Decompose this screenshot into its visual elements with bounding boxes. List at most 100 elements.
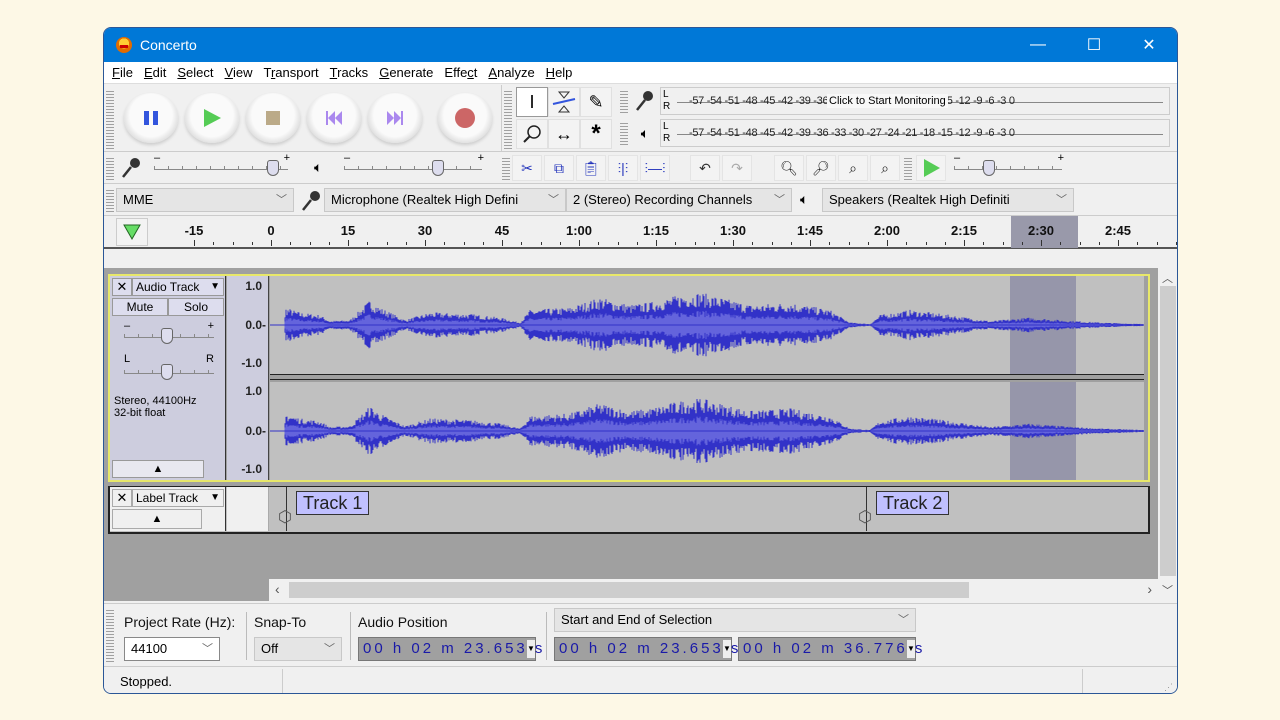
toolbar-grip[interactable] <box>106 156 114 180</box>
minimize-button[interactable]: — <box>1015 28 1061 62</box>
menu-item-file[interactable]: File <box>112 65 133 80</box>
project-rate-select[interactable]: 44100 ﹀ <box>124 637 220 661</box>
slider-thumb[interactable] <box>267 160 280 176</box>
playback-device-select[interactable]: Speakers (Realtek High Definiti ﹀ <box>822 188 1074 212</box>
collapse-track-button[interactable]: ▲ <box>112 460 204 478</box>
zoom-in-button[interactable]: 🔍︎ <box>774 155 804 181</box>
recording-device-select[interactable]: Microphone (Realtek High Defini ﹀ <box>324 188 566 212</box>
audio-position-field[interactable]: 00 h 02 m 23.653 s ▼ <box>358 637 542 661</box>
menu-item-generate[interactable]: Generate <box>379 65 433 80</box>
toolbar-grip[interactable] <box>620 89 628 115</box>
selection-mode-select[interactable]: Start and End of Selection ﹀ <box>554 608 916 632</box>
time-shift-tool-button[interactable]: ↔ <box>548 119 580 149</box>
label-handle-icon[interactable]: ⬡ <box>858 507 872 527</box>
menu-item-analyze[interactable]: Analyze <box>488 65 534 80</box>
solo-button[interactable]: Solo <box>168 298 224 316</box>
slider-thumb[interactable] <box>161 328 174 344</box>
waveform-left-channel[interactable] <box>269 276 1144 374</box>
close-track-button[interactable]: ✕ <box>112 489 132 507</box>
menu-item-help[interactable]: Help <box>546 65 573 80</box>
menu-item-effect[interactable]: Effect <box>444 65 477 80</box>
pan-slider[interactable]: L R <box>124 353 214 382</box>
selection-end-field[interactable]: 00 h 02 m 36.776 s ▼ <box>738 637 922 661</box>
menu-item-transport[interactable]: Transport <box>263 65 318 80</box>
label-track-2[interactable]: Track 2 <box>876 491 950 515</box>
scroll-right-icon[interactable]: › <box>1147 581 1152 597</box>
snap-to-select[interactable]: Off ﹀ <box>254 637 342 661</box>
undo-button[interactable]: ↶ <box>690 155 720 181</box>
playback-meter-button[interactable]: 🔈︎ <box>632 119 658 147</box>
record-button[interactable] <box>438 93 492 143</box>
zoom-out-button[interactable]: 🔎︎ <box>806 155 836 181</box>
menu-item-view[interactable]: View <box>225 65 253 80</box>
label-track[interactable]: ✕ Label Track ▼ ▲ ⬡ Track 1 ⬡ Track 2 <box>108 486 1150 534</box>
mute-button[interactable]: Mute <box>112 298 168 316</box>
fit-selection-button[interactable]: ⌕ <box>838 155 868 181</box>
recording-channels-select[interactable]: 2 (Stereo) Recording Channels ﹀ <box>566 188 792 212</box>
play-at-speed-slider[interactable]: – + <box>954 152 1064 178</box>
paste-button[interactable]: 📋︎ <box>576 155 606 181</box>
audio-host-select[interactable]: MME ﹀ <box>116 188 294 212</box>
label-track-1[interactable]: Track 1 <box>296 491 370 515</box>
record-meter-button[interactable] <box>632 87 658 115</box>
close-button[interactable]: ✕ <box>1126 28 1172 62</box>
trim-outside-button[interactable]: ✂ <box>512 155 542 181</box>
track-menu-button[interactable]: Audio Track ▼ <box>132 278 224 296</box>
draw-tool-button[interactable]: ✎ <box>580 87 612 117</box>
timeline-ruler[interactable]: -15 0 15 30 45 1:00 1:15 1:30 1:45 2:00 2:15 2:30 2:… <box>104 215 1177 249</box>
gain-slider[interactable]: – + <box>124 320 214 346</box>
track-menu-button[interactable]: Label Track ▼ <box>132 489 224 507</box>
close-track-button[interactable]: ✕ <box>112 278 132 296</box>
format-dropdown-icon[interactable]: ▼ <box>723 640 731 658</box>
multi-tool-button[interactable]: * <box>580 119 612 149</box>
toolbar-grip[interactable] <box>504 89 512 149</box>
playback-meter[interactable]: L R -57 -54 -51 -48 -45 -42 -39 -36 -33 … <box>660 119 1170 147</box>
trim-audio-button[interactable]: ⫶|⫶ <box>608 155 638 181</box>
zoom-tool-button[interactable] <box>516 119 548 149</box>
label-handle-icon[interactable]: ⬡ <box>278 507 292 527</box>
menu-item-tracks[interactable]: Tracks <box>330 65 369 80</box>
collapse-track-button[interactable]: ▲ <box>112 509 202 529</box>
slider-thumb[interactable] <box>161 364 174 380</box>
toolbar-grip[interactable] <box>106 188 114 212</box>
skip-to-end-button[interactable] <box>368 93 422 143</box>
selection-start-field[interactable]: 00 h 02 m 23.653 s ▼ <box>554 637 738 661</box>
scroll-up-icon[interactable]: ︿ <box>1162 270 1173 286</box>
silence-audio-button[interactable]: ⫶—⫶ <box>640 155 670 181</box>
maximize-button[interactable]: ☐ <box>1071 28 1117 62</box>
menu-item-select[interactable]: Select <box>177 65 213 80</box>
fit-project-button[interactable]: ⌕ <box>870 155 900 181</box>
redo-button[interactable]: ↷ <box>722 155 752 181</box>
format-dropdown-icon[interactable]: ▼ <box>527 640 535 658</box>
scroll-left-icon[interactable]: ‹ <box>275 581 280 597</box>
horizontal-scrollbar[interactable]: ‹ › <box>269 579 1158 601</box>
audio-track[interactable]: ✕ Audio Track ▼ Mute Solo – + L R Stereo,… <box>108 274 1150 482</box>
toolbar-grip[interactable] <box>904 156 912 180</box>
selection-tool-button[interactable]: I <box>516 87 548 117</box>
format-dropdown-icon[interactable]: ▼ <box>907 640 915 658</box>
stop-button[interactable] <box>246 93 300 143</box>
pin-play-head-button[interactable] <box>116 218 148 246</box>
toolbar-grip[interactable] <box>106 89 114 149</box>
pause-button[interactable] <box>124 93 178 143</box>
toolbar-grip[interactable] <box>502 156 510 180</box>
waveform-right-channel[interactable] <box>269 382 1144 480</box>
playback-volume-slider[interactable]: – + <box>344 152 484 178</box>
envelope-tool-button[interactable] <box>548 87 580 117</box>
play-button[interactable] <box>185 93 239 143</box>
resize-grip-icon[interactable]: ⋰ <box>1164 682 1173 693</box>
start-monitoring-link[interactable]: Click to Start Monitoring <box>827 94 948 108</box>
recording-volume-slider[interactable]: – + <box>154 152 290 178</box>
skip-to-start-button[interactable] <box>307 93 361 143</box>
recording-meter[interactable]: L R -57 -54 -51 -48 -45 -42 -39 -36 -33 … <box>660 87 1170 115</box>
menu-item-edit[interactable]: Edit <box>144 65 166 80</box>
scroll-down-icon[interactable]: ﹀ <box>1162 582 1173 598</box>
play-at-speed-button[interactable] <box>916 155 946 181</box>
vertical-scrollbar[interactable]: ︿ ﹀ <box>1158 268 1177 601</box>
scrollbar-thumb[interactable] <box>1160 286 1176 576</box>
copy-button[interactable]: ⧉ <box>544 155 574 181</box>
slider-thumb[interactable] <box>432 160 445 176</box>
toolbar-grip[interactable] <box>106 608 114 662</box>
slider-thumb[interactable] <box>982 160 995 176</box>
scrollbar-thumb[interactable] <box>289 582 969 598</box>
